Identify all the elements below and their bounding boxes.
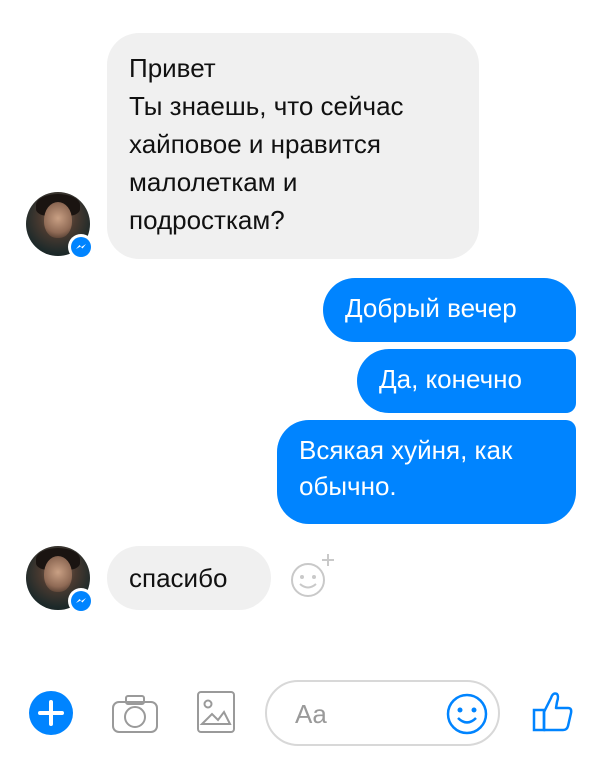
incoming-message-bubble[interactable]: Привет Ты знаешь, что сейчас хайповое и … [107,33,479,259]
outgoing-message-bubble[interactable]: Добрый вечер [323,278,576,342]
message-line: Привет [129,53,216,83]
add-reaction-icon[interactable] [286,550,338,602]
message-input[interactable]: Aa [265,680,500,746]
camera-icon[interactable] [109,690,161,736]
avatar-face [44,202,72,238]
message-text: спасибо [129,563,228,593]
emoji-icon[interactable] [445,692,489,736]
message-line: Ты знаешь, что сейчас [129,91,404,121]
message-line: Всякая хуйня, как [299,435,513,465]
chat-screen: Привет Ты знаешь, что сейчас хайповое и … [0,0,605,773]
outgoing-message-bubble[interactable]: Да, конечно [357,349,576,413]
thumbs-up-icon[interactable] [528,686,578,736]
image-icon[interactable] [194,688,238,736]
message-line: малолеткам и [129,167,298,197]
message-input-placeholder: Aa [295,699,327,729]
message-line: Да, конечно [379,364,522,394]
message-line: подросткам? [129,205,285,235]
message-line: обычно. [299,471,397,501]
message-line: хайповое и нравится [129,129,381,159]
message-line: Добрый вечер [345,293,517,323]
avatar-face [44,556,72,592]
plus-icon[interactable] [28,690,74,736]
outgoing-message-bubble[interactable]: Всякая хуйня, как обычно. [277,420,576,524]
incoming-message-bubble[interactable]: спасибо [107,546,271,610]
messenger-badge-icon [68,234,94,260]
sender-avatar[interactable] [26,192,94,260]
sender-avatar[interactable] [26,546,94,614]
messenger-badge-icon [68,588,94,614]
